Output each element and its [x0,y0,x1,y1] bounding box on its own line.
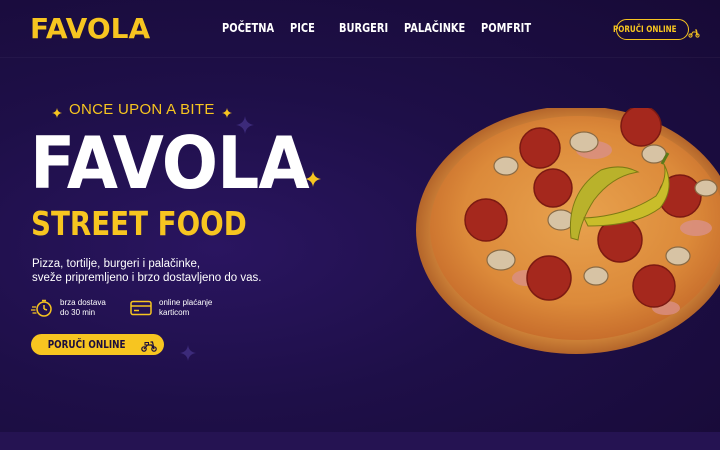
order-online-button[interactable]: PORUČI ONLINE [31,334,164,355]
feature-delivery: brza dostava do 30 min [31,298,106,318]
hero-tagline: ONCE UPON A BITE [52,101,232,118]
nav-link-burgeri[interactable]: BURGERI [339,20,388,36]
page: FAVOLA POČETNA PICE BURGERI PALAČINKE PO… [0,0,720,450]
sparkle-icon [180,345,196,366]
feature-text: online plaćanje karticom [159,298,212,318]
nav-link-palacinke[interactable]: PALAČINKE [404,20,465,36]
nav-link-pocetna[interactable]: POČETNA [222,20,274,36]
feature-line: karticom [159,308,190,317]
logo[interactable]: FAVOLA [30,11,150,47]
hero-description: Pizza, tortilje, burgeri i palačinke, sv… [32,257,332,285]
pizza-image [416,108,720,354]
tagline-text: ONCE UPON A BITE [69,101,215,118]
feature-text: brza dostava do 30 min [60,298,106,318]
description-line: sveže pripremljeno i brzo dostavljeno do… [32,272,262,284]
top-nav: FAVOLA POČETNA PICE BURGERI PALAČINKE PO… [0,0,720,58]
cta-label: PORUČI ONLINE [47,338,126,351]
scooter-icon [141,339,157,352]
stopwatch-icon [31,298,53,318]
description-line: Pizza, tortilje, burgeri i palačinke, [32,258,201,270]
hero-title: FAVOLA [30,121,310,205]
feature-line: do 30 min [60,308,96,317]
nav-order-label: PORUČI ONLINE [613,24,677,35]
credit-card-icon [130,298,152,318]
bottom-band [0,432,720,450]
feature-line: online plaćanje [159,298,213,307]
scooter-icon [688,25,700,38]
hero-subtitle: STREET FOOD [31,204,247,243]
nav-order-button[interactable]: PORUČI ONLINE [613,19,700,40]
sparkle-icon [221,105,232,118]
sparkle-icon [52,105,62,118]
feature-payment: online plaćanje karticom [130,298,212,318]
nav-link-pomfrit[interactable]: POMFRIT [481,20,531,36]
feature-line: brza dostava [60,298,106,307]
nav-link-pice[interactable]: PICE [290,20,315,36]
